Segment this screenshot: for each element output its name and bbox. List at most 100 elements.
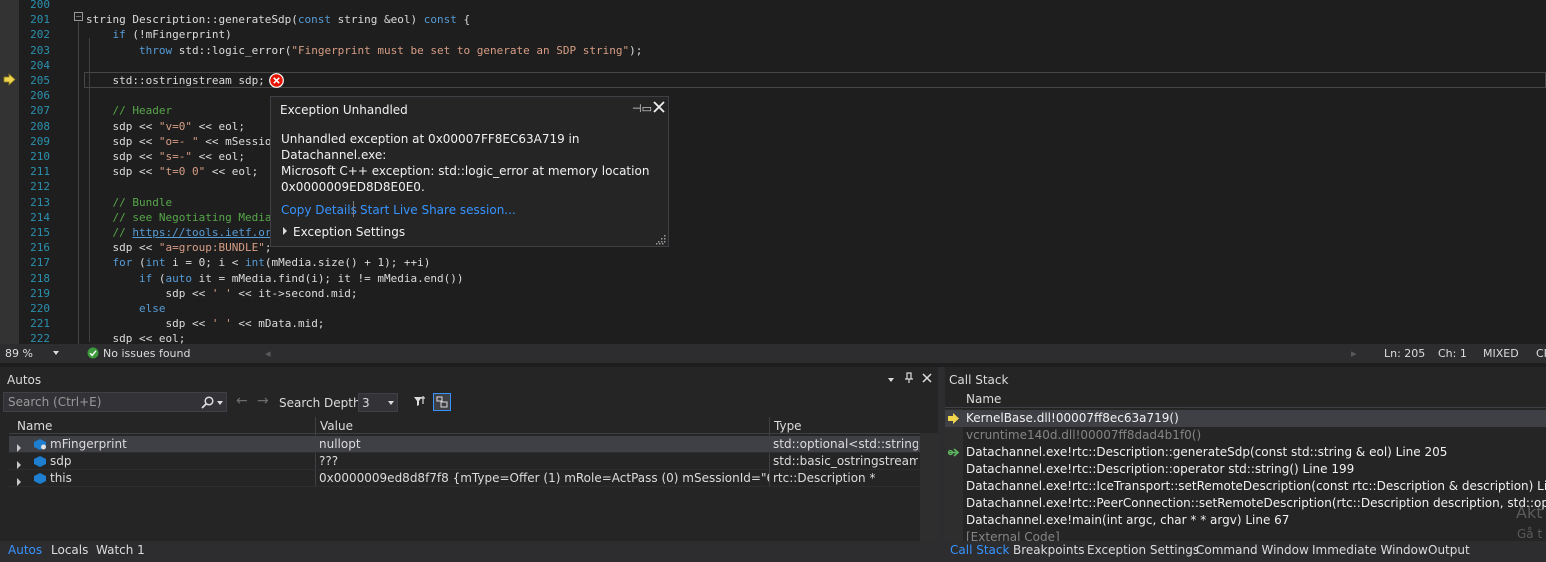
code-line[interactable]: 218 if (auto it = mMedia.find(i); it != … bbox=[0, 271, 1546, 286]
pin-icon[interactable]: ⊣▭ bbox=[632, 102, 652, 115]
close-icon[interactable] bbox=[652, 100, 666, 114]
table-row[interactable]: this 0x0000009ed8d8f7f8 {mType=Offer (1)… bbox=[9, 470, 920, 487]
call-stack-frame[interactable]: Datachannel.exe!rtc::PeerConnection::set… bbox=[945, 495, 1546, 512]
error-icon[interactable] bbox=[269, 73, 284, 88]
code-text[interactable]: sdp << ' ' << mData.mid; bbox=[86, 316, 324, 331]
variable-value[interactable]: 0x0000009ed8d8f7f8 {mType=Offer (1) mRol… bbox=[319, 471, 769, 485]
tab-exception-settings[interactable]: Exception Settings bbox=[1087, 543, 1199, 557]
search-options-dropdown-icon[interactable] bbox=[217, 401, 223, 405]
code-text[interactable]: sdp << "a=group:BUNDLE"; bbox=[86, 240, 271, 255]
column-indicator[interactable]: Ch: 1 bbox=[1438, 347, 1467, 360]
code-text[interactable]: // see Negotiating Media bbox=[86, 210, 272, 225]
column-header-value[interactable]: Value bbox=[320, 419, 353, 433]
tab-call-stack[interactable]: Call Stack bbox=[950, 543, 1009, 557]
tab-output[interactable]: Output bbox=[1428, 543, 1470, 557]
code-line[interactable]: 208 sdp << "v=0" << eol; bbox=[0, 119, 1546, 134]
search-forward-icon[interactable]: → bbox=[257, 394, 271, 408]
code-text[interactable]: // Header bbox=[86, 103, 173, 118]
tab-immediate-window[interactable]: Immediate Window bbox=[1312, 543, 1428, 557]
expand-arrow-icon[interactable] bbox=[17, 444, 21, 452]
code-text[interactable]: if (auto it = mMedia.find(i); it != mMed… bbox=[86, 271, 464, 286]
code-text[interactable]: throw std::logic_error("Fingerprint must… bbox=[86, 43, 642, 58]
column-header-type[interactable]: Type bbox=[774, 419, 802, 433]
line-ending[interactable]: CR bbox=[1536, 347, 1546, 360]
code-line[interactable]: 202 if (!mFingerprint) bbox=[0, 27, 1546, 42]
call-stack-frame[interactable]: KernelBase.dll!00007ff8ec63a719() bbox=[945, 410, 1546, 427]
code-text[interactable]: for (int i = 0; i < int(mMedia.size() + … bbox=[86, 255, 431, 270]
code-text[interactable]: // Bundle bbox=[86, 195, 173, 210]
tab-command-window[interactable]: Command Window bbox=[1196, 543, 1309, 557]
pin-filter-icon[interactable] bbox=[411, 393, 429, 411]
tab-breakpoints[interactable]: Breakpoints bbox=[1013, 543, 1084, 557]
pane-dropdown-icon[interactable] bbox=[888, 372, 894, 385]
autos-scrollbar[interactable] bbox=[920, 433, 938, 541]
code-line[interactable]: 210 sdp << "s=-" << eol; bbox=[0, 149, 1546, 164]
resize-grip-icon[interactable] bbox=[656, 235, 666, 245]
tab-autos[interactable]: Autos bbox=[8, 543, 42, 557]
code-text[interactable]: sdp << ' ' << it->second.mid; bbox=[86, 286, 357, 301]
zoom-dropdown-icon[interactable] bbox=[53, 351, 59, 355]
variable-value[interactable]: nullopt bbox=[319, 437, 769, 451]
pane-splitter[interactable] bbox=[938, 367, 945, 562]
tab-watch-1[interactable]: Watch 1 bbox=[96, 543, 145, 557]
line-indicator[interactable]: Ln: 205 bbox=[1384, 347, 1425, 360]
scroll-left-icon[interactable]: ◂ bbox=[265, 347, 271, 360]
code-line[interactable]: 207 // Header bbox=[0, 103, 1546, 118]
code-line[interactable]: 204 bbox=[0, 58, 1546, 73]
code-line[interactable]: 203 throw std::logic_error("Fingerprint … bbox=[0, 43, 1546, 58]
search-input[interactable] bbox=[8, 395, 198, 409]
code-text[interactable]: sdp << "s=-" << eol; bbox=[86, 149, 244, 164]
search-field[interactable] bbox=[3, 392, 227, 412]
pin-icon[interactable] bbox=[904, 372, 914, 384]
code-line[interactable]: 219 sdp << ' ' << it->second.mid; bbox=[0, 286, 1546, 301]
search-back-icon[interactable]: ← bbox=[236, 394, 250, 408]
code-line[interactable]: 220 else bbox=[0, 301, 1546, 316]
search-depth-select[interactable]: 3 bbox=[358, 393, 398, 412]
code-text[interactable]: string Description::generateSdp(const st… bbox=[86, 12, 470, 27]
close-icon[interactable] bbox=[922, 373, 932, 383]
code-text[interactable]: sdp << "v=0" << eol; bbox=[86, 119, 244, 134]
table-row[interactable]: sdp ??? std::basic_ostringstream<... bbox=[9, 453, 920, 470]
issues-status[interactable]: No issues found bbox=[103, 347, 190, 360]
code-line[interactable]: 201 string Description::generateSdp(const… bbox=[0, 12, 1546, 27]
copy-details-link[interactable]: Copy Details bbox=[281, 203, 357, 217]
code-text[interactable]: if (!mFingerprint) bbox=[86, 27, 232, 42]
encoding-mode[interactable]: MIXED bbox=[1483, 347, 1519, 360]
view-toggle-icon[interactable] bbox=[433, 393, 451, 411]
code-line[interactable]: 215 // https://tools.ietf.org bbox=[0, 225, 1546, 240]
code-text[interactable]: sdp << "t=0 0" << eol; bbox=[86, 164, 258, 179]
code-text[interactable]: // https://tools.ietf.org bbox=[86, 225, 279, 240]
code-line[interactable]: 214 // see Negotiating Media bbox=[0, 210, 1546, 225]
zoom-level[interactable]: 89 % bbox=[5, 347, 33, 360]
expand-arrow-icon[interactable] bbox=[17, 478, 21, 486]
code-line[interactable]: 216 sdp << "a=group:BUNDLE"; bbox=[0, 240, 1546, 255]
search-icon[interactable] bbox=[201, 396, 214, 409]
code-line[interactable]: 211 sdp << "t=0 0" << eol; bbox=[0, 164, 1546, 179]
code-line[interactable]: 221 sdp << ' ' << mData.mid; bbox=[0, 316, 1546, 331]
expand-arrow-icon[interactable] bbox=[17, 461, 21, 469]
code-text[interactable]: else bbox=[86, 301, 166, 316]
code-line[interactable]: 205 std::ostringstream sdp; bbox=[0, 73, 1546, 88]
live-share-link[interactable]: Start Live Share session... bbox=[360, 203, 516, 217]
call-stack-frame[interactable]: Datachannel.exe!rtc::Description::genera… bbox=[945, 444, 1546, 461]
code-line[interactable]: 209 sdp << "o=- " << mSession bbox=[0, 134, 1546, 149]
exception-settings-expander[interactable]: Exception Settings bbox=[283, 225, 405, 239]
code-line[interactable]: 200 bbox=[0, 0, 1546, 12]
call-stack-frame[interactable]: Datachannel.exe!main(int argc, char * * … bbox=[945, 512, 1546, 529]
code-line[interactable]: 213 // Bundle bbox=[0, 195, 1546, 210]
code-text[interactable]: sdp << eol; bbox=[86, 331, 185, 344]
code-line[interactable]: 206 bbox=[0, 88, 1546, 103]
code-line[interactable]: 212 bbox=[0, 179, 1546, 194]
code-text[interactable]: std::ostringstream sdp; bbox=[86, 73, 264, 88]
call-stack-frame[interactable]: vcruntime140d.dll!00007ff8dad4b1f0() bbox=[945, 427, 1546, 444]
code-line[interactable]: 217 for (int i = 0; i < int(mMedia.size(… bbox=[0, 255, 1546, 270]
column-header-name[interactable]: Name bbox=[966, 392, 1001, 406]
scroll-right-icon[interactable]: ▸ bbox=[1351, 347, 1357, 360]
code-line[interactable]: 222 sdp << eol; bbox=[0, 331, 1546, 344]
code-text[interactable]: sdp << "o=- " << mSession bbox=[86, 134, 278, 149]
code-editor[interactable]: − 200 201 string Description::generateSdp(… bbox=[0, 0, 1546, 344]
call-stack-frame[interactable]: Datachannel.exe!rtc::Description::operat… bbox=[945, 461, 1546, 478]
column-header-name[interactable]: Name bbox=[17, 419, 52, 433]
tab-locals[interactable]: Locals bbox=[51, 543, 88, 557]
call-stack-frame[interactable]: Datachannel.exe!rtc::IceTransport::setRe… bbox=[945, 478, 1546, 495]
